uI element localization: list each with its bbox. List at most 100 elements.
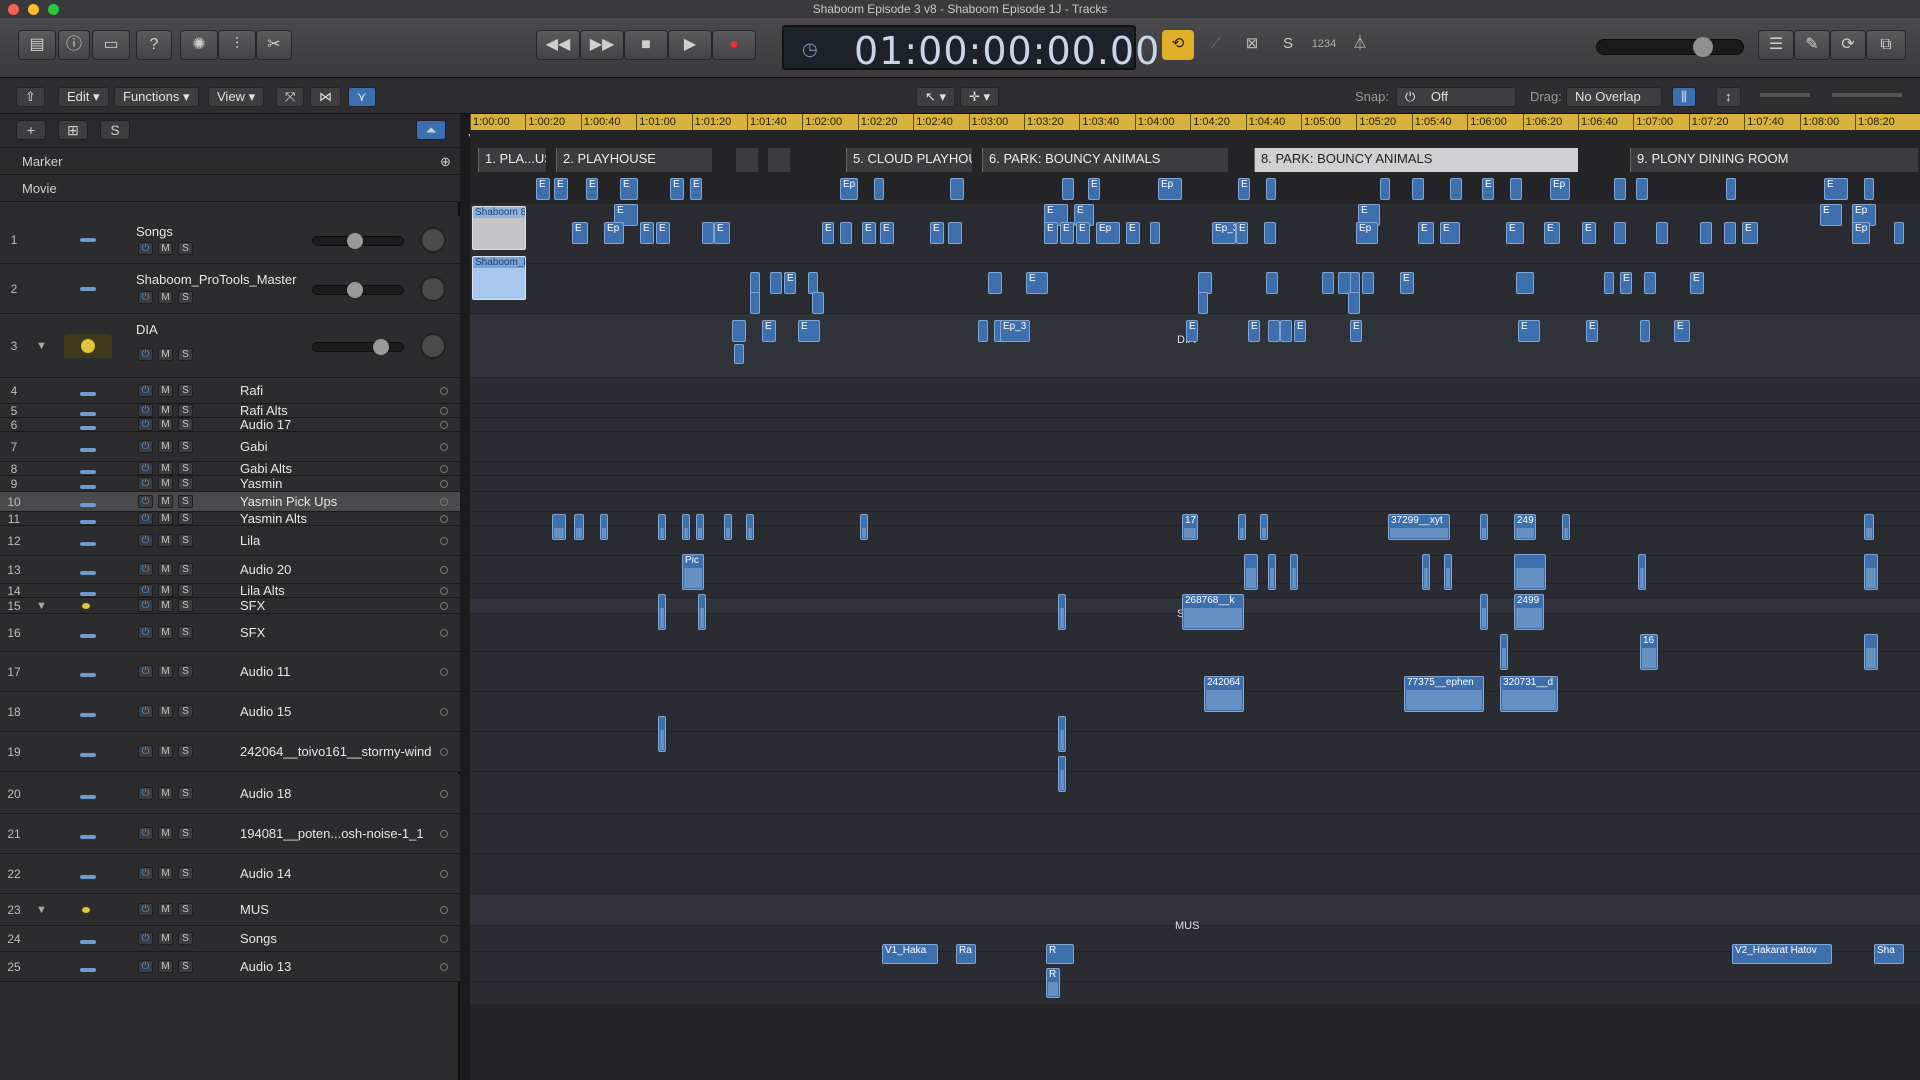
audio-region[interactable]: E — [822, 222, 834, 244]
marker-5[interactable]: 5. CLOUD PLAYHOUSE — [846, 148, 972, 172]
track-lane[interactable] — [470, 952, 1920, 982]
solo-button[interactable]: S — [178, 462, 193, 475]
audio-region[interactable] — [812, 292, 824, 314]
track-on-off-button[interactable]: ⏻ — [138, 534, 153, 547]
global-solo-button[interactable]: S — [100, 120, 130, 140]
audio-region[interactable] — [1412, 178, 1424, 200]
audio-region[interactable]: E — [1690, 272, 1704, 294]
audio-region[interactable]: E — [586, 178, 598, 200]
mute-button[interactable]: M — [158, 404, 173, 417]
audio-region[interactable]: E — [862, 222, 876, 244]
track-header-row[interactable]: 4 Rafi ⏻ M S — [0, 378, 460, 404]
audio-region[interactable]: R — [1046, 968, 1060, 998]
track-lane[interactable] — [470, 378, 1920, 404]
audio-region[interactable] — [860, 514, 868, 540]
track-header-row[interactable]: 8 Gabi Alts ⏻ M S — [0, 461, 460, 476]
record-enable-indicator[interactable] — [440, 906, 448, 914]
audio-region[interactable] — [658, 716, 666, 752]
audio-region[interactable]: E — [1418, 222, 1434, 244]
note-pads-button[interactable]: ✎ — [1794, 30, 1830, 60]
audio-region[interactable] — [552, 514, 566, 540]
audio-region[interactable]: Ep — [1096, 222, 1120, 244]
track-header-row[interactable]: 7 Gabi ⏻ M S — [0, 432, 460, 462]
audio-region[interactable]: E — [1060, 222, 1074, 244]
audio-region[interactable] — [1614, 222, 1626, 244]
audio-region[interactable]: E — [640, 222, 654, 244]
marker-8[interactable]: 8. PARK: BOUNCY ANIMALS — [1254, 148, 1578, 172]
audio-region[interactable]: 2499 — [1514, 594, 1544, 630]
audio-region[interactable]: E — [1294, 320, 1306, 342]
audio-region[interactable]: E — [1088, 178, 1100, 200]
disclosure-triangle-icon[interactable]: ▼ — [36, 904, 47, 916]
audio-region[interactable]: E — [1350, 320, 1362, 342]
record-enable-indicator[interactable] — [440, 480, 448, 488]
waveform-zoom-button[interactable]: ⫼ — [1672, 87, 1696, 107]
marker-small-1[interactable] — [736, 148, 758, 172]
track-on-off-button[interactable]: ⏻ — [138, 477, 153, 490]
minimize-window-button[interactable] — [28, 4, 39, 15]
solo-button[interactable]: S — [178, 440, 193, 453]
audio-region[interactable] — [1362, 272, 1374, 294]
track-on-off-button[interactable]: ⏻ — [138, 418, 153, 431]
movie-global-track[interactable]: Movie — [0, 175, 460, 202]
track-header-row[interactable]: 24 Songs ⏻ M S — [0, 926, 460, 952]
audio-region[interactable]: E — [1586, 320, 1598, 342]
audio-region[interactable] — [1864, 634, 1878, 670]
metronome-button[interactable]: ⏃ — [1344, 30, 1376, 60]
audio-region[interactable]: Ra — [956, 944, 976, 964]
audio-region[interactable]: E — [1518, 320, 1540, 342]
audio-region[interactable] — [874, 178, 884, 200]
track-on-off-button[interactable]: ⏻ — [138, 291, 153, 304]
audio-region[interactable]: E — [1824, 178, 1848, 200]
record-enable-indicator[interactable] — [440, 963, 448, 971]
record-enable-indicator[interactable] — [440, 443, 448, 451]
audio-region[interactable] — [658, 514, 666, 540]
audio-region[interactable] — [1562, 514, 1570, 540]
audio-region[interactable]: E — [1674, 320, 1690, 342]
audio-region[interactable]: E — [1544, 222, 1560, 244]
audio-region[interactable]: E — [762, 320, 776, 342]
track-header-row[interactable]: 23 ▼ MUS ⏻ M S — [0, 894, 460, 926]
audio-region[interactable]: E — [1186, 320, 1198, 342]
secondary-tool-menu[interactable]: ✛ ▾ — [960, 87, 1000, 107]
audio-region[interactable] — [600, 514, 608, 540]
audio-region[interactable] — [1150, 222, 1160, 244]
track-header-row[interactable]: 11 Yasmin Alts ⏻ M S — [0, 511, 460, 526]
audio-region[interactable] — [1062, 178, 1074, 200]
audio-region[interactable] — [1516, 272, 1534, 294]
audio-region[interactable] — [1864, 554, 1878, 590]
track-name[interactable]: Lila Alts — [240, 583, 285, 598]
track-header-row[interactable]: 20 Audio 18 ⏻ M S — [0, 774, 460, 814]
volume-fader[interactable] — [312, 282, 404, 298]
catch-button[interactable]: ⋈ — [310, 87, 341, 107]
audio-region[interactable]: 242064 — [1204, 676, 1244, 712]
track-on-off-button[interactable]: ⏻ — [138, 932, 153, 945]
audio-region[interactable]: E — [1236, 222, 1248, 244]
audio-region[interactable]: E — [714, 222, 730, 244]
audio-region[interactable] — [988, 272, 1002, 294]
marker-6[interactable]: 6. PARK: BOUNCY ANIMALS — [982, 148, 1228, 172]
audio-region[interactable] — [1450, 178, 1462, 200]
audio-region[interactable]: E — [798, 320, 820, 342]
track-header-row[interactable]: 5 Rafi Alts ⏻ M S — [0, 403, 460, 418]
mixer-button[interactable]: ⫶ — [218, 30, 256, 60]
audio-region[interactable]: E — [784, 272, 796, 294]
track-lane[interactable] — [470, 404, 1920, 418]
mute-button[interactable]: M — [158, 745, 173, 758]
track-header-row[interactable]: 6 Audio 17 ⏻ M S — [0, 417, 460, 432]
audio-region[interactable]: E — [1620, 272, 1632, 294]
mute-button[interactable]: M — [158, 563, 173, 576]
audio-region[interactable] — [1864, 514, 1874, 540]
solo-button[interactable]: S — [178, 745, 193, 758]
track-header-row[interactable]: 18 Audio 15 ⏻ M S — [0, 692, 460, 732]
track-name[interactable]: Audio 17 — [240, 417, 291, 432]
audio-region[interactable]: Ep — [1852, 222, 1870, 244]
volume-fader[interactable] — [312, 233, 404, 249]
audio-region[interactable]: 249 — [1514, 514, 1536, 540]
audio-region[interactable] — [1198, 272, 1212, 294]
vertical-zoom-slider[interactable] — [1760, 93, 1810, 97]
list-editors-button[interactable]: ☰ — [1758, 30, 1794, 60]
audio-region[interactable] — [658, 594, 666, 630]
track-on-off-button[interactable]: ⏻ — [138, 960, 153, 973]
mute-button[interactable]: M — [158, 960, 173, 973]
